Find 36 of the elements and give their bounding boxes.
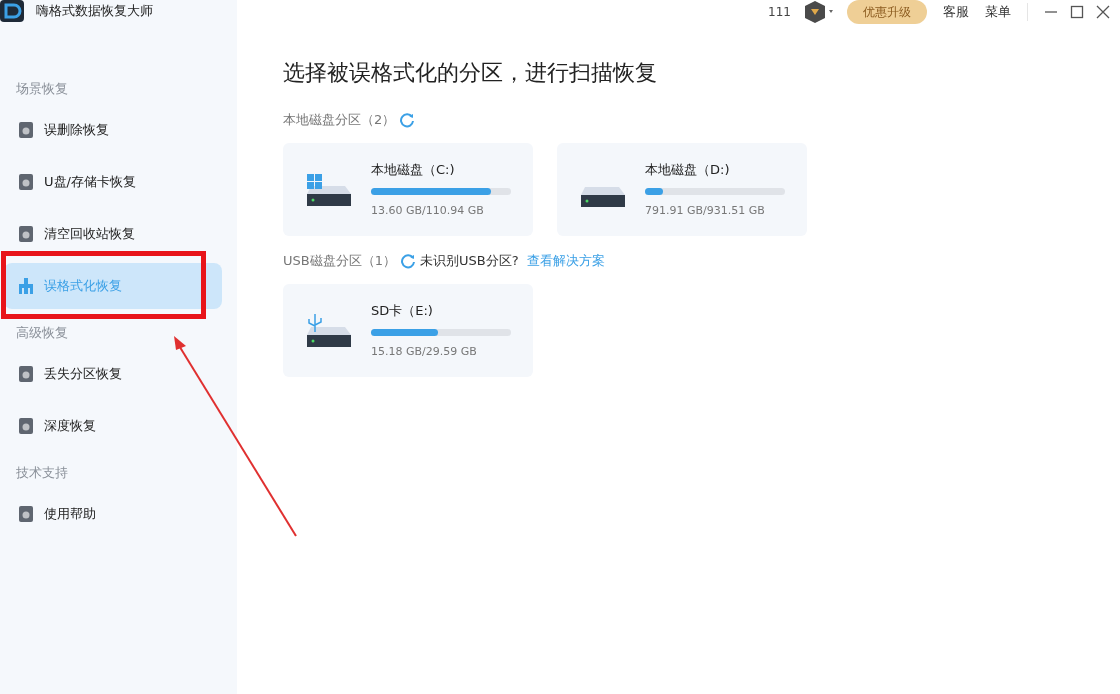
brush-icon: [18, 277, 34, 295]
drive-name: 本地磁盘（D:): [645, 161, 731, 179]
group-label: 本地磁盘分区（2）: [283, 111, 396, 130]
usage-text: 13.60 GB/110.94 GB: [371, 202, 485, 219]
vip-badge-icon[interactable]: [803, 0, 835, 24]
section-title: 高级恢复: [15, 324, 69, 343]
app-title: 嗨格式数据恢复大师: [36, 2, 153, 21]
sidebar-item[interactable]: 误删除恢复: [4, 107, 222, 153]
drive-card[interactable]: 本地磁盘（D:) 791.91 GB/931.51 GB: [557, 143, 807, 236]
hint-text: 未识别USB分区?: [419, 252, 519, 271]
maximize-icon[interactable]: [1070, 5, 1084, 19]
close-icon[interactable]: [1096, 5, 1110, 19]
header-link[interactable]: 菜单: [985, 2, 1011, 22]
usage-text: 791.91 GB/931.51 GB: [645, 202, 766, 219]
drive-name: SD卡（E:): [371, 302, 434, 320]
usage-text: 15.18 GB/29.59 GB: [371, 343, 478, 360]
group-label: USB磁盘分区（1）: [283, 252, 396, 271]
refresh-icon[interactable]: [399, 112, 416, 128]
refresh-icon[interactable]: [399, 253, 416, 269]
sidebar-item[interactable]: 使用帮助: [4, 491, 222, 537]
sidebar-item[interactable]: U盘/存储卡恢复: [4, 159, 222, 205]
hard-drive-icon: [579, 185, 627, 208]
sidebar-item[interactable]: 清空回收站恢复: [4, 211, 222, 257]
drive-card[interactable]: 本地磁盘（C:) 13.60 GB/110.94 GB: [283, 143, 533, 236]
header-link[interactable]: 客服: [943, 2, 969, 22]
sidebar-item[interactable]: 深度恢复: [4, 403, 222, 449]
section-title: 技术支持: [15, 464, 69, 483]
section-title: 场景恢复: [15, 80, 69, 99]
windows-drive-icon: [305, 171, 353, 208]
upgrade-button[interactable]: 优惠升级: [847, 0, 927, 24]
page-title: 选择被误格式化的分区，进行扫描恢复: [283, 59, 658, 87]
drive-name: 本地磁盘（C:): [371, 161, 456, 179]
logo-icon: [0, 0, 24, 22]
drive-card[interactable]: SD卡（E:) 15.18 GB/29.59 GB: [283, 284, 533, 377]
sidebar-item[interactable]: 丢失分区恢复: [4, 351, 222, 397]
count-label: 111: [768, 4, 791, 21]
